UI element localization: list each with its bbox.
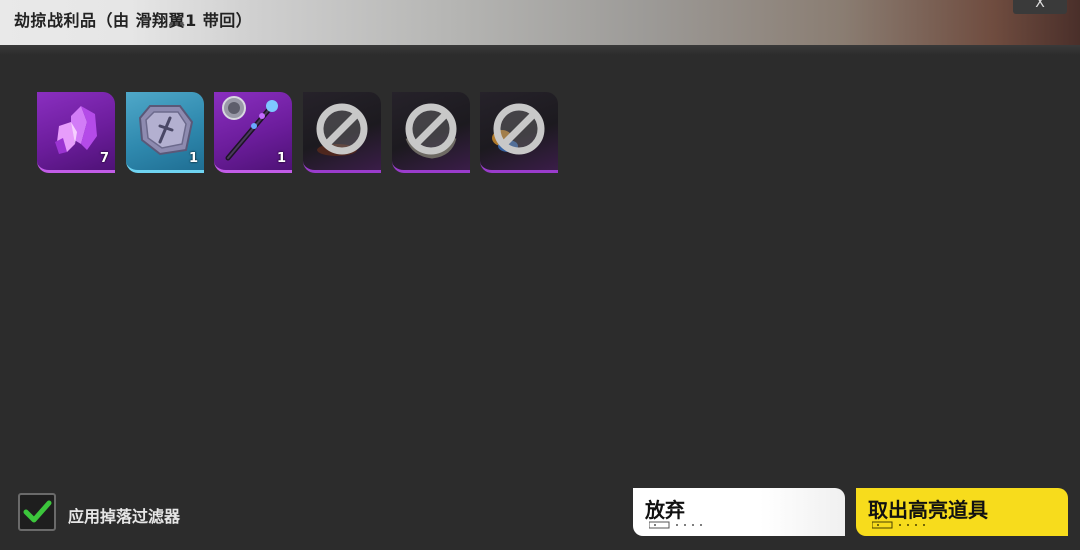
loot-slot-5[interactable]	[392, 92, 470, 173]
checkmark-icon	[23, 500, 52, 523]
prohibited-icon	[492, 103, 545, 155]
loot-slot-4[interactable]	[303, 92, 381, 173]
header-bar: 劫掠战利品（由 滑翔翼1 带回） X	[0, 0, 1080, 45]
close-icon: X	[1035, 0, 1045, 11]
page-title: 劫掠战利品（由 滑翔翼1 带回）	[14, 11, 253, 30]
take-button-label: 取出高亮道具	[868, 498, 988, 522]
take-highlighted-items-button[interactable]: 取出高亮道具	[856, 488, 1068, 536]
prohibited-icon	[316, 103, 368, 156]
item-count: 1	[276, 151, 286, 166]
loot-slot-3[interactable]: 1	[214, 92, 292, 173]
button-decoration-icon	[649, 521, 702, 529]
loot-slot-2[interactable]: 1	[126, 92, 204, 173]
loot-slot-6[interactable]	[480, 92, 558, 173]
drop-filter-checkbox[interactable]	[18, 493, 56, 531]
button-decoration-icon	[872, 521, 925, 529]
header-shadow	[0, 45, 1080, 55]
discard-button[interactable]: 放弃	[633, 488, 845, 536]
close-button[interactable]: X	[1013, 0, 1067, 14]
item-count: 7	[99, 151, 109, 166]
drop-filter-label: 应用掉落过滤器	[68, 507, 181, 526]
loot-slot-1[interactable]: 7	[37, 92, 115, 173]
item-count: 1	[188, 151, 198, 166]
discard-button-label: 放弃	[645, 498, 685, 522]
prohibited-icon	[405, 103, 457, 159]
